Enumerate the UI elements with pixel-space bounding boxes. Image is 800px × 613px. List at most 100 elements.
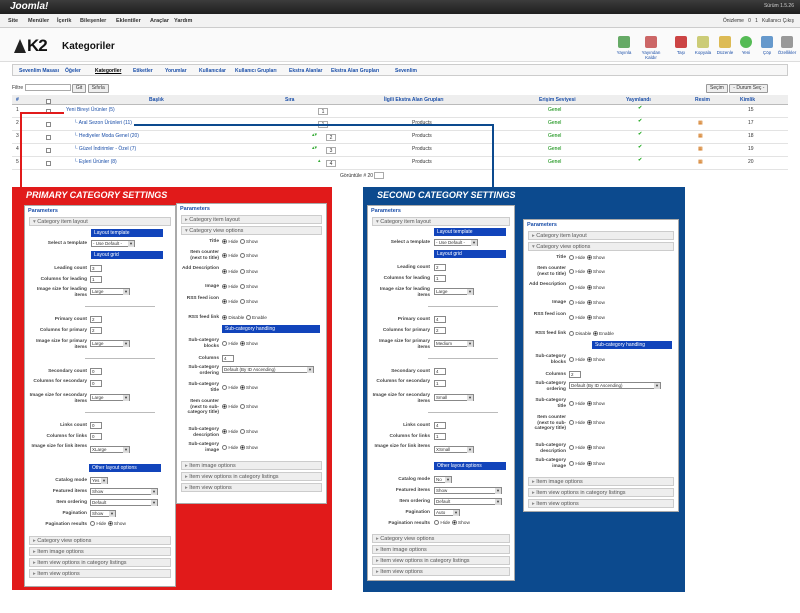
tab-settings[interactable]: Sevenlim bbox=[395, 68, 417, 74]
pag-results-hide-radio[interactable] bbox=[434, 520, 439, 525]
users-count[interactable]: 1 bbox=[755, 18, 758, 24]
subcat-image-hide-radio[interactable] bbox=[222, 445, 227, 450]
col-order[interactable]: Sıra bbox=[285, 97, 294, 103]
trash-button[interactable]: Çöp bbox=[756, 36, 778, 55]
row-access[interactable]: Genel bbox=[548, 133, 561, 139]
tab-items[interactable]: Öğeler bbox=[65, 68, 81, 74]
img-secondary-select[interactable]: Small bbox=[434, 394, 474, 401]
subcat-image-hide-radio[interactable] bbox=[569, 461, 574, 466]
item-counter-hide-radio[interactable] bbox=[569, 269, 574, 274]
item-counter-sub-show-radio[interactable] bbox=[586, 420, 592, 425]
section-item-image-options[interactable]: Item image options bbox=[528, 477, 674, 486]
featured-select[interactable]: Show bbox=[90, 488, 158, 495]
messages-count[interactable]: 0 bbox=[748, 18, 751, 24]
published-icon[interactable]: ✔ bbox=[638, 118, 642, 124]
tab-tags[interactable]: Etiketler bbox=[133, 68, 153, 74]
section-item-view-listings[interactable]: Item view options in category listings bbox=[372, 556, 510, 565]
col-title[interactable]: Başlık bbox=[149, 97, 164, 103]
menu-site[interactable]: Site bbox=[8, 18, 18, 24]
add-desc-show-radio[interactable] bbox=[586, 285, 592, 290]
featured-select[interactable]: Show bbox=[434, 487, 502, 494]
leading-count-input[interactable]: 2 bbox=[434, 264, 446, 271]
subcat-blocks-show-radio[interactable] bbox=[239, 341, 245, 346]
section-category-view-options[interactable]: Category view options bbox=[29, 536, 171, 545]
menu-tools[interactable]: Araçlar bbox=[150, 18, 169, 24]
cols-leading-input[interactable]: 1 bbox=[434, 275, 446, 282]
img-primary-select[interactable]: Large bbox=[90, 340, 130, 347]
subcat-desc-show-radio[interactable] bbox=[239, 429, 245, 434]
section-category-item-layout[interactable]: Category item layout bbox=[181, 215, 322, 224]
row-access[interactable]: Genel bbox=[548, 120, 561, 126]
primary-count-input[interactable]: 2 bbox=[90, 316, 102, 323]
row-title[interactable]: └ Hediyeler Moda Genel (20) bbox=[74, 133, 139, 139]
section-category-view-options[interactable]: Category view options bbox=[528, 242, 674, 251]
subcat-blocks-show-radio[interactable] bbox=[586, 357, 592, 362]
section-category-item-layout[interactable]: Category item layout bbox=[29, 217, 171, 226]
copy-button[interactable]: Kopyala bbox=[692, 36, 714, 55]
section-item-view-options[interactable]: Item view options bbox=[528, 499, 674, 508]
section-item-view-options[interactable]: Item view options bbox=[372, 567, 510, 576]
image-hide-radio[interactable] bbox=[569, 300, 574, 305]
edit-button[interactable]: Düzenle bbox=[714, 36, 736, 55]
logout-link[interactable]: Kullanıcı Çıkış bbox=[762, 18, 794, 24]
section-item-image-options[interactable]: Item image options bbox=[372, 545, 510, 554]
subcat-desc-show-radio[interactable] bbox=[586, 445, 592, 450]
preview-link[interactable]: Önizleme bbox=[723, 18, 744, 24]
item-counter-sub-show-radio[interactable] bbox=[239, 404, 245, 409]
menu-extensions[interactable]: Eklentiler bbox=[116, 18, 141, 24]
subcat-ordering-select[interactable]: Default (By ID Ascending) bbox=[222, 366, 314, 373]
item-counter-hide-radio[interactable] bbox=[222, 253, 227, 258]
tab-categories[interactable]: Kategoriler bbox=[95, 68, 121, 74]
properties-button[interactable]: Özellikler bbox=[776, 36, 798, 55]
order-arrows-icon[interactable]: ▴ bbox=[318, 158, 321, 164]
subcat-image-show-radio[interactable] bbox=[239, 445, 245, 450]
subcat-title-show-radio[interactable] bbox=[586, 401, 592, 406]
item-counter-sub-hide-radio[interactable] bbox=[222, 404, 227, 409]
subcat-blocks-hide-radio[interactable] bbox=[222, 341, 227, 346]
image-show-radio[interactable] bbox=[586, 300, 592, 305]
secondary-count-input[interactable]: 4 bbox=[434, 368, 446, 375]
title-hide-radio[interactable] bbox=[222, 239, 227, 244]
rss-link-enable-radio[interactable] bbox=[245, 315, 251, 320]
cols-links-input[interactable]: 0 bbox=[90, 433, 102, 440]
menu-help[interactable]: Yardım bbox=[174, 18, 192, 24]
img-primary-select[interactable]: Medium bbox=[434, 340, 474, 347]
state-filter[interactable]: - Durum Seç - bbox=[729, 84, 769, 93]
add-desc-show-radio[interactable] bbox=[239, 269, 245, 274]
col-id[interactable]: Kimlik bbox=[740, 97, 755, 103]
row-title[interactable]: └ Güzel İndirimler - Özel (7) bbox=[74, 146, 136, 152]
subcat-image-show-radio[interactable] bbox=[586, 461, 592, 466]
links-count-input[interactable]: 0 bbox=[90, 422, 102, 429]
cols-leading-input[interactable]: 1 bbox=[90, 276, 102, 283]
tab-extra-fields[interactable]: Ekstra Alanlar bbox=[289, 68, 322, 74]
columns-input[interactable]: 2 bbox=[569, 371, 581, 378]
pag-results-show-radio[interactable] bbox=[451, 520, 457, 525]
image-show-radio[interactable] bbox=[239, 284, 245, 289]
rss-icon-hide-radio[interactable] bbox=[222, 299, 227, 304]
publish-button[interactable]: Yayınla bbox=[613, 36, 635, 55]
row-access[interactable]: Genel bbox=[548, 146, 561, 152]
col-access[interactable]: Erişim Seviyesi bbox=[539, 97, 576, 103]
published-icon[interactable]: ✔ bbox=[638, 131, 642, 137]
display-limit-select[interactable] bbox=[374, 172, 385, 179]
rss-link-disable-radio[interactable] bbox=[569, 331, 574, 336]
item-counter-sub-hide-radio[interactable] bbox=[569, 420, 574, 425]
cols-secondary-input[interactable]: 1 bbox=[434, 380, 446, 387]
rss-icon-show-radio[interactable] bbox=[586, 315, 592, 320]
item-counter-show-radio[interactable] bbox=[239, 253, 245, 258]
tab-users[interactable]: Kullanıcılar bbox=[199, 68, 226, 74]
cols-primary-input[interactable]: 2 bbox=[90, 327, 102, 334]
rss-icon-show-radio[interactable] bbox=[239, 299, 245, 304]
catalog-mode-select[interactable]: Yes bbox=[90, 477, 108, 484]
new-button[interactable]: Yeni bbox=[735, 36, 757, 55]
tab-comments[interactable]: Yorumlar bbox=[165, 68, 187, 74]
template-select[interactable]: - Use Default - bbox=[91, 240, 135, 247]
go-button[interactable]: Git bbox=[71, 84, 87, 93]
order-arrows-icon[interactable]: ▴▾ bbox=[312, 145, 317, 151]
published-icon[interactable]: ✔ bbox=[638, 144, 642, 150]
pagination-select[interactable]: Auto bbox=[434, 509, 460, 516]
order-arrows-icon[interactable]: ▴▾ bbox=[312, 132, 317, 138]
rss-link-enable-radio[interactable] bbox=[592, 331, 598, 336]
menu-menus[interactable]: Menüler bbox=[28, 18, 49, 24]
row-title[interactable]: Yeni Bireyi Ürünler (5) bbox=[66, 107, 115, 113]
